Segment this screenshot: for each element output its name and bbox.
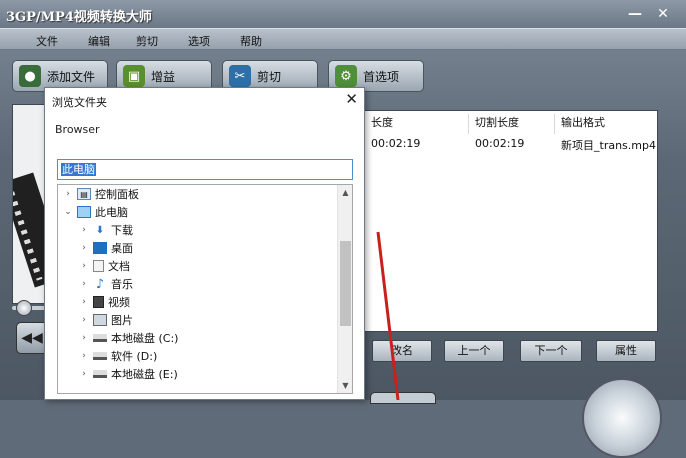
scroll-down-arrow-icon[interactable]: ▼ <box>338 378 352 393</box>
menu-bar: 文件 编辑 剪切 选项 帮助 <box>0 28 686 50</box>
tree-item-drive-e[interactable]: › 本地磁盘 (E:) <box>78 365 178 383</box>
title-bar: 3GP/MP4视频转换大师 — ✕ <box>0 0 686 28</box>
move-up-button[interactable]: 上一个 <box>444 340 504 362</box>
tree-item-documents[interactable]: › 文档 <box>78 257 130 275</box>
chevron-right-icon[interactable]: › <box>78 279 90 289</box>
document-icon <box>93 260 104 272</box>
convert-button[interactable] <box>582 378 662 458</box>
cell-length: 00:02:19 <box>371 137 421 150</box>
drive-icon <box>93 334 107 342</box>
dialog-label: Browser <box>55 123 100 136</box>
tree-item-label: 图片 <box>111 314 133 327</box>
gain-icon: ▣ <box>123 65 145 87</box>
tree-item-control-panel[interactable]: › ▤ 控制面板 <box>62 185 139 203</box>
drive-icon <box>93 352 107 360</box>
menu-help[interactable]: 帮助 <box>240 33 262 49</box>
chevron-right-icon[interactable]: › <box>78 369 90 379</box>
dialog-title: 浏览文件夹 <box>52 96 107 109</box>
rename-button[interactable]: 改名 <box>372 340 432 362</box>
video-icon <box>93 296 104 308</box>
app-title: 3GP/MP4视频转换大师 <box>6 10 152 25</box>
cell-output-format: 新项目_trans.mp4 <box>561 139 656 152</box>
music-icon: ♪ <box>95 276 105 292</box>
tree-item-label: 下载 <box>111 224 133 237</box>
chevron-right-icon[interactable]: › <box>78 333 90 343</box>
cut-label: 剪切 <box>257 69 282 84</box>
computer-icon <box>77 206 91 218</box>
bottom-button[interactable] <box>370 392 436 404</box>
tree-item-videos[interactable]: › 视频 <box>78 293 130 311</box>
chevron-right-icon[interactable]: › <box>78 297 90 307</box>
drive-icon <box>93 370 107 378</box>
scissors-icon: ✂ <box>229 65 251 87</box>
gain-label: 增益 <box>151 69 176 84</box>
add-file-label: 添加文件 <box>47 69 96 84</box>
tree-item-label: 控制面板 <box>95 188 139 201</box>
tree-item-drive-c[interactable]: › 本地磁盘 (C:) <box>78 329 178 347</box>
seek-slider-knob[interactable] <box>16 300 32 316</box>
tree-item-label: 视频 <box>108 296 130 309</box>
menu-edit[interactable]: 编辑 <box>88 33 110 49</box>
chevron-right-icon[interactable]: › <box>78 243 90 253</box>
scroll-up-arrow-icon[interactable]: ▲ <box>338 185 352 200</box>
film-reel-icon: ● <box>19 65 41 87</box>
tree-item-label: 此电脑 <box>95 206 128 219</box>
chevron-down-icon[interactable]: ⌄ <box>62 207 74 217</box>
menu-file[interactable]: 文件 <box>36 33 58 49</box>
scrollbar-thumb[interactable] <box>340 241 351 326</box>
move-down-button[interactable]: 下一个 <box>520 340 582 362</box>
tree-item-label: 音乐 <box>111 278 133 291</box>
picture-icon <box>93 314 107 326</box>
gears-icon: ⚙ <box>335 65 357 87</box>
folder-path-value: 此电脑 <box>61 163 96 176</box>
browse-folder-dialog: 浏览文件夹 ✕ Browser 此电脑 › ▤ 控制面板 ⌄ 此电脑 › ⬇ 下… <box>44 87 365 400</box>
chevron-right-icon[interactable]: › <box>62 189 74 199</box>
tree-item-this-pc[interactable]: ⌄ 此电脑 <box>62 203 128 221</box>
tree-item-label: 软件 (D:) <box>111 350 158 363</box>
column-header-output-format[interactable]: 输出格式 <box>555 114 659 134</box>
tree-item-label: 桌面 <box>111 242 133 255</box>
tree-item-drive-d[interactable]: › 软件 (D:) <box>78 347 157 365</box>
tree-item-desktop[interactable]: › 桌面 <box>78 239 133 257</box>
file-list-table: 长度 切割长度 输出格式 00:02:19 00:02:19 新项目_trans… <box>364 110 658 332</box>
download-icon: ⬇ <box>95 224 105 236</box>
tree-item-label: 本地磁盘 (C:) <box>111 332 179 345</box>
chevron-right-icon[interactable]: › <box>78 225 90 235</box>
column-header-length[interactable]: 长度 <box>365 114 469 134</box>
chevron-right-icon[interactable]: › <box>78 351 90 361</box>
column-header-cut-length[interactable]: 切割长度 <box>469 114 555 134</box>
desktop-icon <box>93 242 107 254</box>
tree-item-downloads[interactable]: › ⬇ 下载 <box>78 221 133 239</box>
menu-options[interactable]: 选项 <box>188 33 210 49</box>
folder-path-input[interactable]: 此电脑 <box>57 159 353 180</box>
tree-item-pictures[interactable]: › 图片 <box>78 311 133 329</box>
close-button[interactable]: ✕ <box>654 5 672 23</box>
tree-item-music[interactable]: › ♪ 音乐 <box>78 275 133 293</box>
properties-button[interactable]: 属性 <box>596 340 656 362</box>
menu-cut[interactable]: 剪切 <box>136 33 158 49</box>
control-panel-icon: ▤ <box>77 188 91 200</box>
preferences-label: 首选项 <box>363 69 400 84</box>
folder-tree: › ▤ 控制面板 ⌄ 此电脑 › ⬇ 下载 › 桌面 › 文档 › ♪ 音乐 ›… <box>57 184 353 394</box>
minimize-button[interactable]: — <box>626 5 644 23</box>
tree-item-label: 本地磁盘 (E:) <box>111 368 178 381</box>
cell-cut-length: 00:02:19 <box>475 137 525 150</box>
dialog-close-button[interactable]: ✕ <box>345 90 358 108</box>
chevron-right-icon[interactable]: › <box>78 315 90 325</box>
tree-scrollbar[interactable]: ▲ ▼ <box>337 185 352 393</box>
tree-item-label: 文档 <box>108 260 130 273</box>
rewind-icon: ◀◀ <box>21 330 43 346</box>
chevron-right-icon[interactable]: › <box>78 261 90 271</box>
